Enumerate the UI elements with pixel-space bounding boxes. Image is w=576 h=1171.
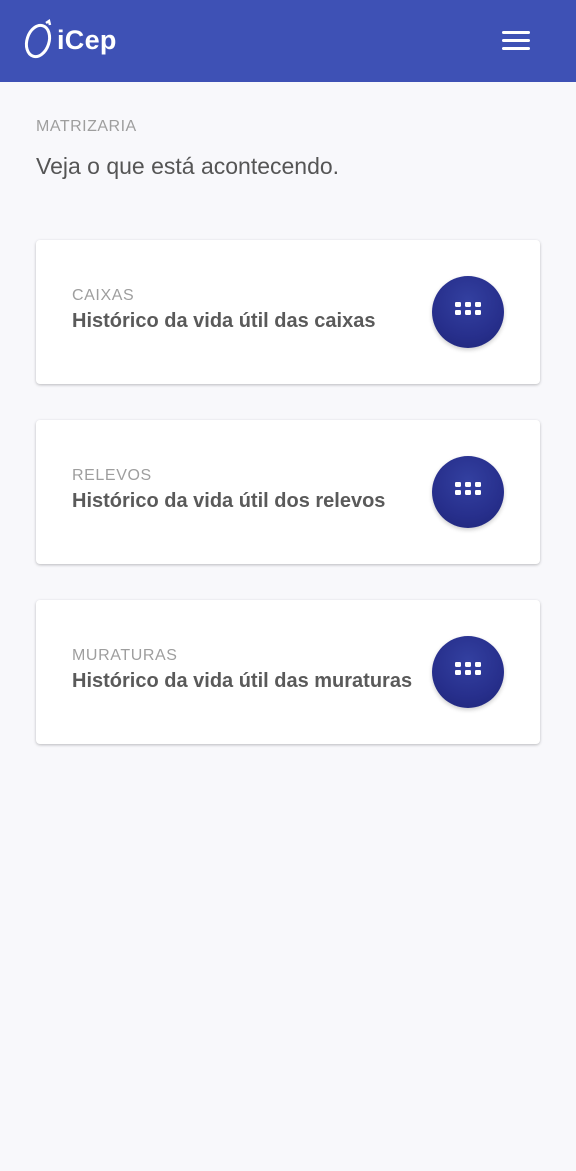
top-app-bar: iCep [0, 0, 576, 82]
apps-grid-icon [455, 662, 481, 675]
open-relevos-button[interactable] [432, 456, 504, 528]
card-relevos[interactable]: RELEVOS Histórico da vida útil dos relev… [36, 420, 540, 564]
section-label: MATRIZARIA [36, 118, 137, 135]
card-category: RELEVOS [72, 467, 152, 484]
hamburger-menu-icon[interactable] [496, 22, 536, 58]
card-title: Histórico da vida útil das caixas [72, 310, 376, 332]
open-caixas-button[interactable] [432, 276, 504, 348]
apps-grid-icon [455, 302, 481, 315]
icep-logo[interactable]: iCep [22, 18, 117, 62]
card-category: CAIXAS [72, 287, 135, 304]
apps-grid-icon [455, 482, 481, 495]
card-title: Histórico da vida útil das muraturas [72, 670, 413, 692]
card-caixas[interactable]: CAIXAS Histórico da vida útil das caixas [36, 240, 540, 384]
card-title: Histórico da vida útil dos relevos [72, 490, 386, 512]
icep-logo-icon [24, 19, 52, 59]
logo-text: iCep [57, 24, 117, 55]
card-category: MURATURAS [72, 647, 178, 664]
page-subtitle: Veja o que está acontecendo. [36, 153, 340, 179]
open-muraturas-button[interactable] [432, 636, 504, 708]
card-muraturas[interactable]: MURATURAS Histórico da vida útil das mur… [36, 600, 540, 744]
